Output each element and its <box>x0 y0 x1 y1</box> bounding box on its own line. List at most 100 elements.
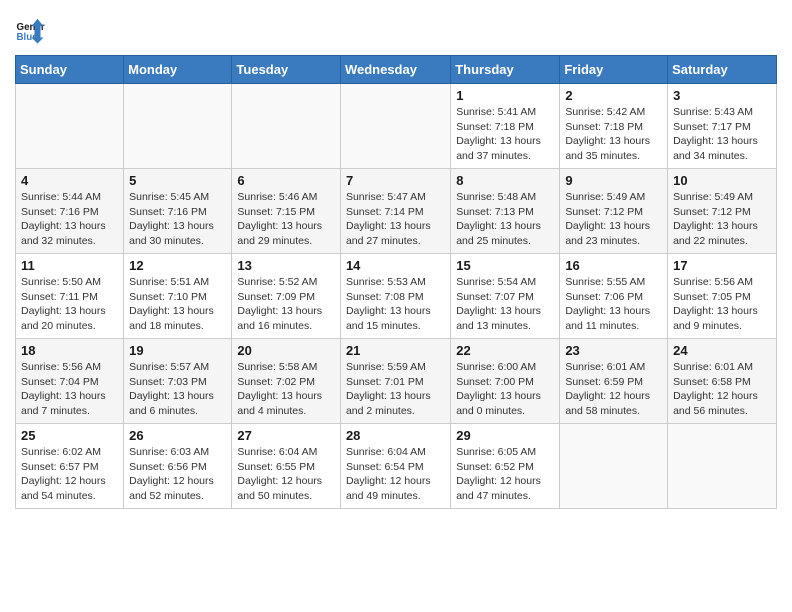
day-info: Sunrise: 5:59 AMSunset: 7:01 PMDaylight:… <box>346 360 445 419</box>
day-info: Sunrise: 5:47 AMSunset: 7:14 PMDaylight:… <box>346 190 445 249</box>
day-info: Sunrise: 6:05 AMSunset: 6:52 PMDaylight:… <box>456 445 554 504</box>
day-number: 22 <box>456 343 554 358</box>
calendar-week-row: 18 Sunrise: 5:56 AMSunset: 7:04 PMDayligh… <box>16 339 777 424</box>
calendar-cell: 7 Sunrise: 5:47 AMSunset: 7:14 PMDaylight… <box>340 169 450 254</box>
weekday-header-monday: Monday <box>124 56 232 84</box>
calendar-cell: 24 Sunrise: 6:01 AMSunset: 6:58 PMDayligh… <box>668 339 777 424</box>
day-number: 8 <box>456 173 554 188</box>
calendar-week-row: 1 Sunrise: 5:41 AMSunset: 7:18 PMDaylight… <box>16 84 777 169</box>
day-number: 3 <box>673 88 771 103</box>
day-number: 24 <box>673 343 771 358</box>
calendar-cell: 6 Sunrise: 5:46 AMSunset: 7:15 PMDaylight… <box>232 169 341 254</box>
day-number: 4 <box>21 173 118 188</box>
day-info: Sunrise: 5:56 AMSunset: 7:05 PMDaylight:… <box>673 275 771 334</box>
day-number: 9 <box>565 173 662 188</box>
day-info: Sunrise: 6:01 AMSunset: 6:59 PMDaylight:… <box>565 360 662 419</box>
day-number: 23 <box>565 343 662 358</box>
calendar-cell <box>16 84 124 169</box>
day-number: 12 <box>129 258 226 273</box>
day-number: 27 <box>237 428 335 443</box>
calendar-cell: 12 Sunrise: 5:51 AMSunset: 7:10 PMDayligh… <box>124 254 232 339</box>
day-number: 29 <box>456 428 554 443</box>
calendar-cell <box>668 424 777 509</box>
calendar-body: 1 Sunrise: 5:41 AMSunset: 7:18 PMDaylight… <box>16 84 777 509</box>
calendar-cell: 27 Sunrise: 6:04 AMSunset: 6:55 PMDayligh… <box>232 424 341 509</box>
day-number: 2 <box>565 88 662 103</box>
day-info: Sunrise: 5:53 AMSunset: 7:08 PMDaylight:… <box>346 275 445 334</box>
day-info: Sunrise: 5:49 AMSunset: 7:12 PMDaylight:… <box>565 190 662 249</box>
calendar-cell <box>124 84 232 169</box>
day-number: 18 <box>21 343 118 358</box>
calendar-cell: 23 Sunrise: 6:01 AMSunset: 6:59 PMDayligh… <box>560 339 668 424</box>
day-info: Sunrise: 6:04 AMSunset: 6:54 PMDaylight:… <box>346 445 445 504</box>
calendar-cell: 28 Sunrise: 6:04 AMSunset: 6:54 PMDayligh… <box>340 424 450 509</box>
day-number: 7 <box>346 173 445 188</box>
day-number: 14 <box>346 258 445 273</box>
day-info: Sunrise: 5:56 AMSunset: 7:04 PMDaylight:… <box>21 360 118 419</box>
day-info: Sunrise: 5:51 AMSunset: 7:10 PMDaylight:… <box>129 275 226 334</box>
day-info: Sunrise: 5:49 AMSunset: 7:12 PMDaylight:… <box>673 190 771 249</box>
calendar-cell: 8 Sunrise: 5:48 AMSunset: 7:13 PMDaylight… <box>451 169 560 254</box>
day-info: Sunrise: 5:43 AMSunset: 7:17 PMDaylight:… <box>673 105 771 164</box>
calendar-cell: 25 Sunrise: 6:02 AMSunset: 6:57 PMDayligh… <box>16 424 124 509</box>
calendar-cell: 9 Sunrise: 5:49 AMSunset: 7:12 PMDaylight… <box>560 169 668 254</box>
day-info: Sunrise: 6:04 AMSunset: 6:55 PMDaylight:… <box>237 445 335 504</box>
day-info: Sunrise: 5:52 AMSunset: 7:09 PMDaylight:… <box>237 275 335 334</box>
calendar-cell: 20 Sunrise: 5:58 AMSunset: 7:02 PMDayligh… <box>232 339 341 424</box>
calendar-cell: 11 Sunrise: 5:50 AMSunset: 7:11 PMDayligh… <box>16 254 124 339</box>
weekday-header-saturday: Saturday <box>668 56 777 84</box>
weekday-header-sunday: Sunday <box>16 56 124 84</box>
day-number: 16 <box>565 258 662 273</box>
calendar-cell: 16Sunrise: 5:55 AMSunset: 7:06 PMDayligh… <box>560 254 668 339</box>
page-header: General Blue <box>15 15 777 45</box>
day-number: 1 <box>456 88 554 103</box>
day-info: Sunrise: 5:57 AMSunset: 7:03 PMDaylight:… <box>129 360 226 419</box>
day-number: 28 <box>346 428 445 443</box>
day-info: Sunrise: 5:48 AMSunset: 7:13 PMDaylight:… <box>456 190 554 249</box>
day-number: 10 <box>673 173 771 188</box>
day-info: Sunrise: 5:46 AMSunset: 7:15 PMDaylight:… <box>237 190 335 249</box>
day-number: 11 <box>21 258 118 273</box>
day-info: Sunrise: 6:02 AMSunset: 6:57 PMDaylight:… <box>21 445 118 504</box>
day-info: Sunrise: 5:42 AMSunset: 7:18 PMDaylight:… <box>565 105 662 164</box>
calendar-cell: 2 Sunrise: 5:42 AMSunset: 7:18 PMDaylight… <box>560 84 668 169</box>
calendar-cell: 14 Sunrise: 5:53 AMSunset: 7:08 PMDayligh… <box>340 254 450 339</box>
day-number: 20 <box>237 343 335 358</box>
day-number: 5 <box>129 173 226 188</box>
calendar-week-row: 11 Sunrise: 5:50 AMSunset: 7:11 PMDayligh… <box>16 254 777 339</box>
calendar-cell: 21 Sunrise: 5:59 AMSunset: 7:01 PMDayligh… <box>340 339 450 424</box>
calendar-cell: 10 Sunrise: 5:49 AMSunset: 7:12 PMDayligh… <box>668 169 777 254</box>
day-number: 26 <box>129 428 226 443</box>
weekday-header-row: SundayMondayTuesdayWednesdayThursdayFrid… <box>16 56 777 84</box>
calendar-cell: 5 Sunrise: 5:45 AMSunset: 7:16 PMDaylight… <box>124 169 232 254</box>
weekday-header-thursday: Thursday <box>451 56 560 84</box>
day-number: 21 <box>346 343 445 358</box>
day-info: Sunrise: 5:50 AMSunset: 7:11 PMDaylight:… <box>21 275 118 334</box>
calendar-cell: 15 Sunrise: 5:54 AMSunset: 7:07 PMDayligh… <box>451 254 560 339</box>
weekday-header-friday: Friday <box>560 56 668 84</box>
day-info: Sunrise: 5:54 AMSunset: 7:07 PMDaylight:… <box>456 275 554 334</box>
calendar-cell: 1 Sunrise: 5:41 AMSunset: 7:18 PMDaylight… <box>451 84 560 169</box>
logo-icon: General Blue <box>15 15 45 45</box>
day-info: Sunrise: 6:01 AMSunset: 6:58 PMDaylight:… <box>673 360 771 419</box>
calendar-week-row: 4Sunrise: 5:44 AMSunset: 7:16 PMDaylight… <box>16 169 777 254</box>
calendar-cell: 26 Sunrise: 6:03 AMSunset: 6:56 PMDayligh… <box>124 424 232 509</box>
day-number: 6 <box>237 173 335 188</box>
calendar-cell: 17 Sunrise: 5:56 AMSunset: 7:05 PMDayligh… <box>668 254 777 339</box>
day-info: Sunrise: 5:41 AMSunset: 7:18 PMDaylight:… <box>456 105 554 164</box>
calendar-cell <box>232 84 341 169</box>
day-info: Sunrise: 5:58 AMSunset: 7:02 PMDaylight:… <box>237 360 335 419</box>
calendar-week-row: 25 Sunrise: 6:02 AMSunset: 6:57 PMDayligh… <box>16 424 777 509</box>
day-number: 17 <box>673 258 771 273</box>
calendar-cell <box>340 84 450 169</box>
calendar-cell: 18 Sunrise: 5:56 AMSunset: 7:04 PMDayligh… <box>16 339 124 424</box>
calendar-cell <box>560 424 668 509</box>
day-info: Sunrise: 5:45 AMSunset: 7:16 PMDaylight:… <box>129 190 226 249</box>
calendar-cell: 4Sunrise: 5:44 AMSunset: 7:16 PMDaylight… <box>16 169 124 254</box>
calendar-cell: 19Sunrise: 5:57 AMSunset: 7:03 PMDayligh… <box>124 339 232 424</box>
weekday-header-tuesday: Tuesday <box>232 56 341 84</box>
day-number: 15 <box>456 258 554 273</box>
day-info: Sunrise: 6:03 AMSunset: 6:56 PMDaylight:… <box>129 445 226 504</box>
day-number: 25 <box>21 428 118 443</box>
weekday-header-wednesday: Wednesday <box>340 56 450 84</box>
